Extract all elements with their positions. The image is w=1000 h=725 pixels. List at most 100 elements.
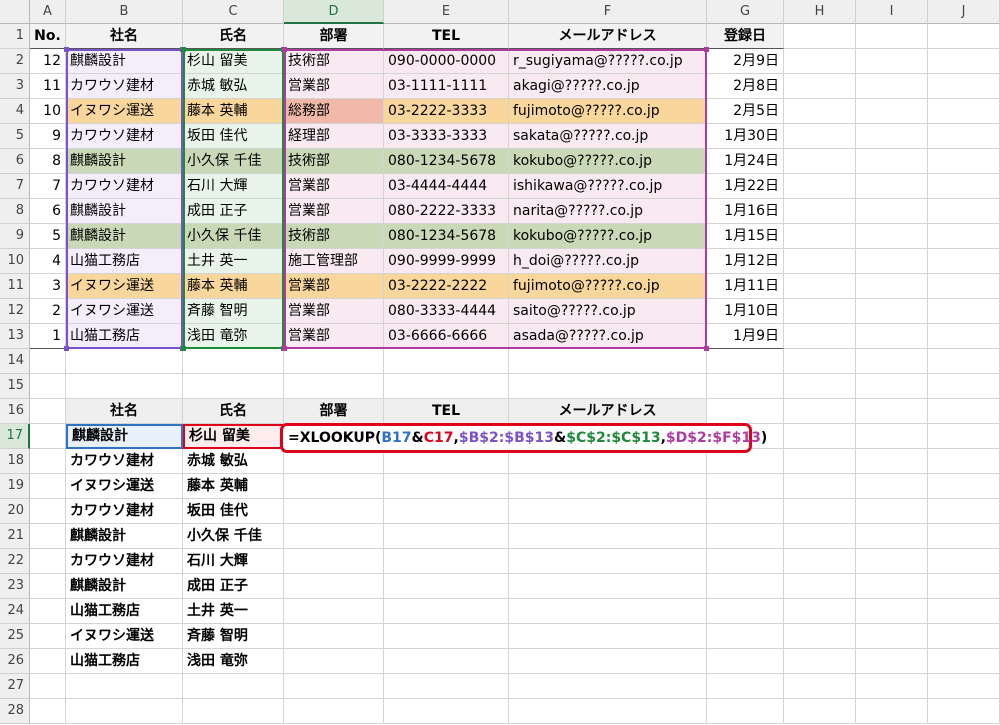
column-header-B[interactable]: B [66, 0, 183, 24]
cell[interactable] [856, 324, 928, 349]
row-header-22[interactable]: 22 [0, 549, 30, 574]
cell[interactable] [66, 699, 183, 724]
table-cell[interactable]: 赤城 敏弘 [183, 74, 284, 99]
cell[interactable] [384, 674, 509, 699]
cell[interactable] [784, 324, 856, 349]
table-cell[interactable]: 技術部 [284, 49, 384, 74]
column-header-G[interactable]: G [707, 0, 784, 24]
table-cell[interactable]: 技術部 [284, 224, 384, 249]
cell[interactable] [928, 449, 1000, 474]
cell[interactable] [784, 699, 856, 724]
cell[interactable] [856, 274, 928, 299]
cell[interactable] [928, 99, 1000, 124]
cell[interactable] [784, 224, 856, 249]
table-cell[interactable]: 小久保 千佳 [183, 224, 284, 249]
table-cell[interactable]: 6 [30, 199, 66, 224]
column-header-E[interactable]: E [384, 0, 509, 24]
cell[interactable] [509, 574, 707, 599]
table-cell[interactable]: fujimoto@?????.co.jp [509, 99, 707, 124]
cell[interactable] [856, 699, 928, 724]
table-cell[interactable]: h_doi@?????.co.jp [509, 249, 707, 274]
cell[interactable] [284, 524, 384, 549]
cell[interactable] [928, 174, 1000, 199]
table-cell[interactable]: 2月8日 [707, 74, 784, 99]
cell[interactable] [784, 24, 856, 49]
cell[interactable] [784, 124, 856, 149]
table-cell[interactable]: 営業部 [284, 199, 384, 224]
table-cell[interactable]: 小久保 千佳 [183, 149, 284, 174]
row-header-3[interactable]: 3 [0, 74, 30, 99]
table-cell[interactable]: 03-4444-4444 [384, 174, 509, 199]
cell[interactable] [384, 499, 509, 524]
table-cell[interactable]: イヌワシ運送 [66, 299, 183, 324]
table-cell[interactable]: 10 [30, 99, 66, 124]
cell[interactable] [784, 49, 856, 74]
cell[interactable] [784, 599, 856, 624]
cell[interactable] [707, 499, 784, 524]
lookup-header-4[interactable]: メールアドレス [509, 399, 707, 424]
cell[interactable] [928, 424, 1000, 449]
cell[interactable] [928, 674, 1000, 699]
cell[interactable] [30, 549, 66, 574]
table-cell[interactable]: カワウソ建材 [66, 74, 183, 99]
cell[interactable] [284, 499, 384, 524]
column-header-C[interactable]: C [183, 0, 284, 24]
table-cell[interactable]: saito@?????.co.jp [509, 299, 707, 324]
table-cell[interactable]: 2月5日 [707, 99, 784, 124]
cell[interactable] [509, 549, 707, 574]
cell[interactable] [784, 399, 856, 424]
table-cell[interactable]: 浅田 竜弥 [183, 324, 284, 349]
cell[interactable] [509, 524, 707, 549]
cell[interactable] [784, 149, 856, 174]
cell[interactable] [384, 524, 509, 549]
table-cell[interactable]: 5 [30, 224, 66, 249]
table-cell[interactable]: 土井 英一 [183, 249, 284, 274]
table-cell[interactable]: 麒麟設計 [66, 224, 183, 249]
table-cell[interactable]: 1 [30, 324, 66, 349]
table-cell[interactable]: 藤本 英輔 [183, 274, 284, 299]
cell[interactable] [784, 624, 856, 649]
cell[interactable] [928, 249, 1000, 274]
table-cell[interactable]: 麒麟設計 [66, 49, 183, 74]
table-cell[interactable]: 03-6666-6666 [384, 324, 509, 349]
lookup-cell[interactable]: 浅田 竜弥 [183, 649, 284, 674]
row-header-6[interactable]: 6 [0, 149, 30, 174]
lookup-cell[interactable]: イヌワシ運送 [66, 474, 183, 499]
row-header-10[interactable]: 10 [0, 249, 30, 274]
cell[interactable] [784, 349, 856, 374]
table-cell[interactable]: 経理部 [284, 124, 384, 149]
cell[interactable] [856, 49, 928, 74]
table-cell[interactable]: sakata@?????.co.jp [509, 124, 707, 149]
cell[interactable] [856, 424, 928, 449]
cell[interactable] [784, 374, 856, 399]
row-header-18[interactable]: 18 [0, 449, 30, 474]
row-header-23[interactable]: 23 [0, 574, 30, 599]
row-header-2[interactable]: 2 [0, 49, 30, 74]
table-cell[interactable]: 1月10日 [707, 299, 784, 324]
lookup-cell[interactable]: 山猫工務店 [66, 599, 183, 624]
cell[interactable] [856, 599, 928, 624]
table-cell[interactable]: 080-1234-5678 [384, 149, 509, 174]
cell[interactable] [384, 599, 509, 624]
table-cell[interactable]: 03-2222-2222 [384, 274, 509, 299]
table-cell[interactable]: 1月16日 [707, 199, 784, 224]
column-header-H[interactable]: H [784, 0, 856, 24]
cell[interactable] [856, 224, 928, 249]
cell[interactable] [707, 599, 784, 624]
cell[interactable] [856, 649, 928, 674]
cell[interactable] [509, 624, 707, 649]
table-header-6[interactable]: 登録日 [707, 24, 784, 49]
cell[interactable] [928, 549, 1000, 574]
row-header-17[interactable]: 17 [0, 424, 30, 449]
table-cell[interactable]: 藤本 英輔 [183, 99, 284, 124]
cell[interactable] [928, 274, 1000, 299]
table-cell[interactable]: 麒麟設計 [66, 149, 183, 174]
table-header-4[interactable]: TEL [384, 24, 509, 49]
lookup-cell[interactable]: 小久保 千佳 [183, 524, 284, 549]
cell[interactable] [784, 549, 856, 574]
row-header-19[interactable]: 19 [0, 474, 30, 499]
lookup-cell[interactable]: 杉山 留美 [183, 424, 284, 449]
cell[interactable] [784, 524, 856, 549]
table-cell[interactable]: 施工管理部 [284, 249, 384, 274]
cell[interactable] [784, 499, 856, 524]
